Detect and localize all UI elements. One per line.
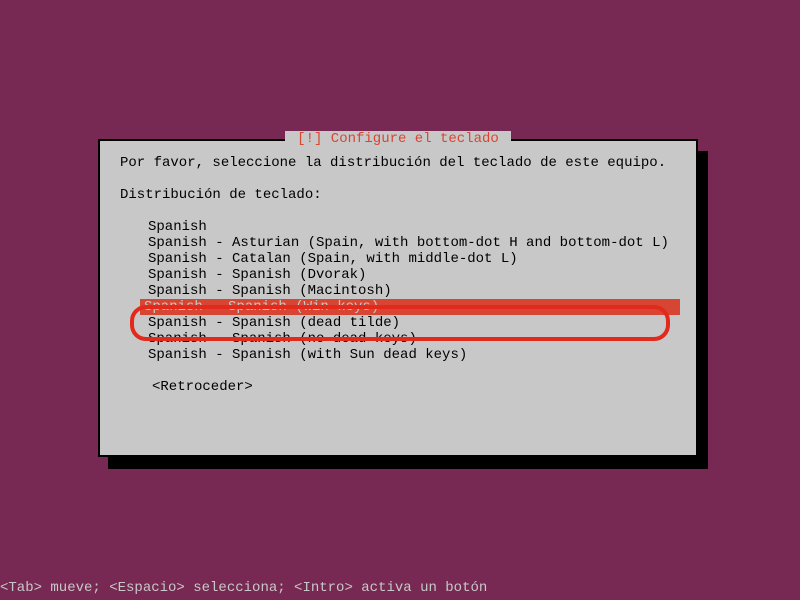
list-item-selected[interactable]: Spanish - Spanish (Win keys) (140, 299, 680, 315)
list-item[interactable]: Spanish - Spanish (no dead keys) (144, 331, 676, 347)
list-item[interactable]: Spanish - Spanish (Macintosh) (144, 283, 676, 299)
instruction-text: Por favor, seleccione la distribución de… (120, 155, 676, 171)
list-item[interactable]: Spanish - Asturian (Spain, with bottom-d… (144, 235, 676, 251)
configure-keyboard-dialog: [!] Configure el teclado Por favor, sele… (98, 139, 698, 457)
list-item[interactable]: Spanish - Spanish (Dvorak) (144, 267, 676, 283)
back-button[interactable]: <Retroceder> (152, 379, 676, 395)
spacer (120, 203, 676, 219)
list-item[interactable]: Spanish - Catalan (Spain, with middle-do… (144, 251, 676, 267)
keyboard-layout-list[interactable]: Spanish Spanish - Asturian (Spain, with … (144, 219, 676, 363)
spacer (120, 171, 676, 187)
dialog-title: [!] Configure el teclado (285, 131, 511, 147)
dialog-title-wrap: [!] Configure el teclado (100, 131, 696, 147)
list-item[interactable]: Spanish (144, 219, 676, 235)
spacer (120, 363, 676, 379)
prompt-label: Distribución de teclado: (120, 187, 676, 203)
status-bar: <Tab> mueve; <Espacio> selecciona; <Intr… (0, 580, 487, 596)
list-item[interactable]: Spanish - Spanish (dead tilde) (144, 315, 676, 331)
list-item[interactable]: Spanish - Spanish (with Sun dead keys) (144, 347, 676, 363)
